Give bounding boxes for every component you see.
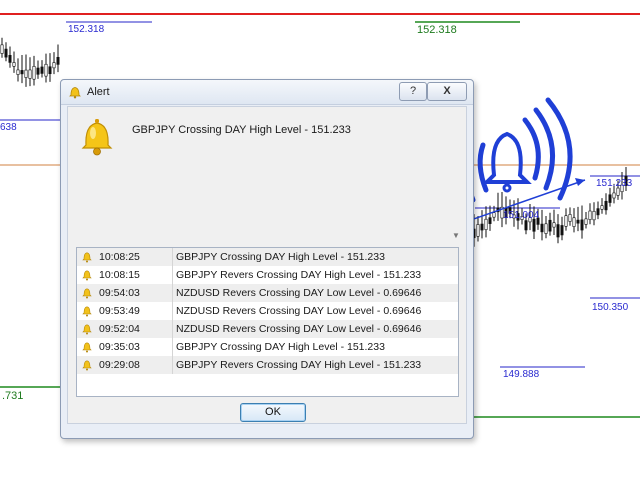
bell-icon <box>82 324 92 335</box>
candle-body <box>616 187 620 196</box>
candle-body <box>484 218 488 230</box>
price-label-149888: 149.888 <box>503 369 540 380</box>
help-button[interactable]: ? <box>399 82 427 101</box>
alert-text: GBPJPY Revers Crossing DAY High Level - … <box>176 359 422 371</box>
candle-body <box>44 63 48 77</box>
candle-body <box>32 66 36 80</box>
alert-text: GBPJPY Crossing DAY High Level - 151.233 <box>176 341 385 353</box>
candle-body <box>0 44 4 54</box>
list-item[interactable]: 09:53:49 NZDUSD Revers Crossing DAY Low … <box>77 302 458 320</box>
alert-text: GBPJPY Crossing DAY High Level - 151.233 <box>176 251 385 263</box>
alert-text: GBPJPY Revers Crossing DAY High Level - … <box>176 269 422 281</box>
alert-text: NZDUSD Revers Crossing DAY Low Level - 0… <box>176 323 422 335</box>
bell-icon <box>82 288 92 299</box>
candle-body <box>492 212 496 218</box>
candle-body <box>524 220 528 231</box>
price-label-left-top: 152.318 <box>68 24 105 35</box>
ok-button[interactable]: OK <box>240 403 306 422</box>
candle-body <box>488 217 492 224</box>
price-label-151004: 151.004 <box>503 210 540 221</box>
price-label-right-top: 152.318 <box>417 24 457 36</box>
alert-text: NZDUSD Revers Crossing DAY Low Level - 0… <box>176 287 422 299</box>
candle-body <box>572 217 576 227</box>
close-button[interactable]: X <box>427 82 467 101</box>
bell-icon <box>82 342 92 353</box>
candle-body <box>544 223 548 234</box>
candle-body <box>12 62 16 67</box>
candle-body <box>580 219 584 231</box>
candle-body <box>584 218 588 225</box>
annotation-arrow-head <box>575 178 585 186</box>
candle-body <box>560 225 564 236</box>
candle-body <box>552 222 556 228</box>
list-item[interactable]: 09:54:03 NZDUSD Revers Crossing DAY Low … <box>77 284 458 302</box>
price-label-150350: 150.350 <box>592 302 629 313</box>
alert-time: 09:35:03 <box>99 341 140 353</box>
list-item[interactable]: 10:08:25 GBPJPY Crossing DAY High Level … <box>77 248 458 266</box>
list-item[interactable]: 10:08:15 GBPJPY Revers Crossing DAY High… <box>77 266 458 284</box>
price-label-low-left: .731 <box>2 390 24 402</box>
candle-body <box>8 55 12 63</box>
bell-icon <box>82 270 92 281</box>
candle-body <box>56 56 60 65</box>
candle-body <box>48 66 52 75</box>
list-resize-grip[interactable]: ▼ <box>452 231 460 240</box>
alert-text: NZDUSD Revers Crossing DAY Low Level - 0… <box>176 305 422 317</box>
candle-body <box>540 223 544 233</box>
candle-body <box>604 200 608 211</box>
candle-body <box>564 215 568 227</box>
list-item[interactable]: 09:29:08 GBPJPY Revers Crossing DAY High… <box>77 356 458 374</box>
candle-body <box>28 69 32 79</box>
bell-icon <box>69 87 81 99</box>
candle-body <box>592 211 596 221</box>
bell-icon <box>82 306 92 317</box>
candle-body <box>588 210 592 220</box>
candle-body <box>40 66 44 74</box>
dialog-content: GBPJPY Crossing DAY High Level - 151.233… <box>67 106 467 424</box>
candle-body <box>20 70 24 75</box>
price-label-left-cut: 638 <box>0 122 17 133</box>
candle-body <box>36 67 40 75</box>
candle-body <box>480 223 484 231</box>
dialog-titlebar[interactable]: Alert ? X <box>61 80 473 105</box>
candle-body <box>476 224 480 237</box>
candles-left <box>0 37 60 87</box>
candle-body <box>556 224 560 238</box>
bell-icon <box>82 360 92 371</box>
bell-icon <box>82 252 92 263</box>
alert-time: 09:52:04 <box>99 323 140 335</box>
alert-time: 10:08:15 <box>99 269 140 281</box>
candle-body <box>608 194 612 203</box>
alert-history-list[interactable]: 10:08:25 GBPJPY Crossing DAY High Level … <box>76 247 459 397</box>
candle-body <box>52 62 56 69</box>
candle-body <box>24 69 28 78</box>
list-item[interactable]: 09:35:03 GBPJPY Crossing DAY High Level … <box>77 338 458 356</box>
candle-body <box>600 205 604 210</box>
candle-body <box>548 219 552 232</box>
alert-dialog: Alert ? X GBPJPY Crossing DAY High Level… <box>60 79 474 439</box>
list-item[interactable]: 09:52:04 NZDUSD Revers Crossing DAY Low … <box>77 320 458 338</box>
alert-time: 09:29:08 <box>99 359 140 371</box>
candle-body <box>576 219 580 224</box>
candle-body <box>568 214 572 222</box>
alert-time: 10:08:25 <box>99 251 140 263</box>
bell-icon <box>81 119 113 156</box>
candle-body <box>16 69 20 75</box>
alert-time: 09:53:49 <box>99 305 140 317</box>
candle-body <box>4 48 8 58</box>
candle-body <box>596 208 600 216</box>
alert-message: GBPJPY Crossing DAY High Level - 151.233 <box>132 124 351 136</box>
candle-body <box>612 192 616 199</box>
alert-time: 09:54:03 <box>99 287 140 299</box>
dialog-title: Alert <box>87 86 110 98</box>
price-label-current: 151.233 <box>596 178 633 189</box>
